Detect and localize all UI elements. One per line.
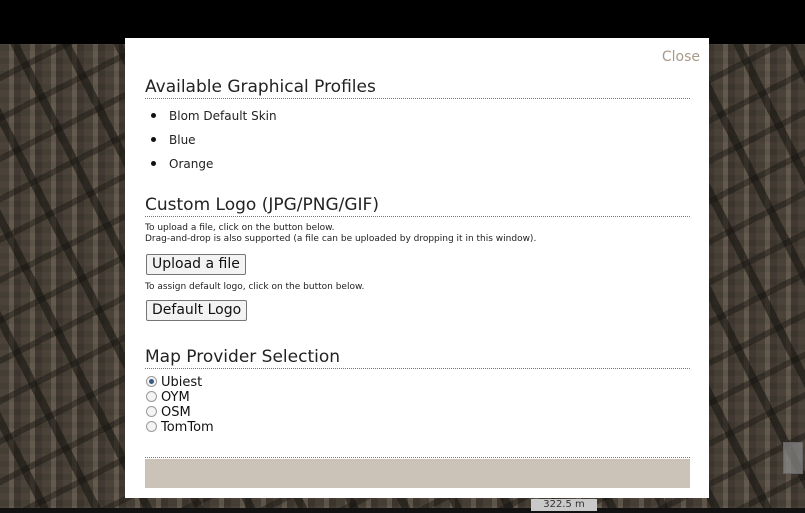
provider-option-label: TomTom xyxy=(161,420,214,435)
close-link[interactable]: Close xyxy=(662,49,700,65)
provider-option-label: OYM xyxy=(161,390,190,405)
default-logo-button[interactable]: Default Logo xyxy=(146,300,248,321)
profile-item-label: Blue xyxy=(169,133,196,147)
dialog-footer-bar xyxy=(145,459,690,488)
bullet-icon xyxy=(151,161,156,166)
profile-item[interactable]: Orange xyxy=(145,154,277,178)
profile-list: Blom Default Skin Blue Orange xyxy=(145,106,277,178)
provider-option-label: Ubiest xyxy=(161,375,203,390)
provider-option-label: OSM xyxy=(161,405,191,420)
upload-hint-line2: Drag-and-drop is also supported (a file … xyxy=(145,234,537,244)
profile-item-label: Blom Default Skin xyxy=(169,109,277,123)
map-zoom-control[interactable] xyxy=(783,442,803,474)
profile-item[interactable]: Blue xyxy=(145,130,277,154)
bottom-overlay-bar xyxy=(0,508,805,513)
bullet-icon xyxy=(151,137,156,142)
logo-section-title: Custom Logo (JPG/PNG/GIF) xyxy=(145,195,690,217)
provider-option-ubiest[interactable]: Ubiest xyxy=(146,375,214,390)
provider-option-oym[interactable]: OYM xyxy=(146,390,214,405)
radio-icon[interactable] xyxy=(146,406,157,417)
bullet-icon xyxy=(151,113,156,118)
upload-file-button[interactable]: Upload a file xyxy=(146,254,246,275)
profiles-section-title: Available Graphical Profiles xyxy=(145,77,690,99)
provider-section-title: Map Provider Selection xyxy=(145,347,690,369)
settings-dialog: Close Available Graphical Profiles Blom … xyxy=(125,38,709,498)
profile-item-label: Orange xyxy=(169,157,214,171)
radio-checked-icon[interactable] xyxy=(146,376,157,387)
provider-radio-group: Ubiest OYM OSM TomTom xyxy=(146,375,214,435)
profile-item[interactable]: Blom Default Skin xyxy=(145,106,277,130)
default-logo-hint: To assign default logo, click on the but… xyxy=(145,282,365,292)
provider-option-tomtom[interactable]: TomTom xyxy=(146,420,214,435)
provider-option-osm[interactable]: OSM xyxy=(146,405,214,420)
radio-icon[interactable] xyxy=(146,391,157,402)
footer-divider xyxy=(145,457,690,458)
radio-icon[interactable] xyxy=(146,421,157,432)
upload-hint-line1: To upload a file, click on the button be… xyxy=(145,223,335,233)
map-scale-label: 322.5 m xyxy=(531,499,597,511)
